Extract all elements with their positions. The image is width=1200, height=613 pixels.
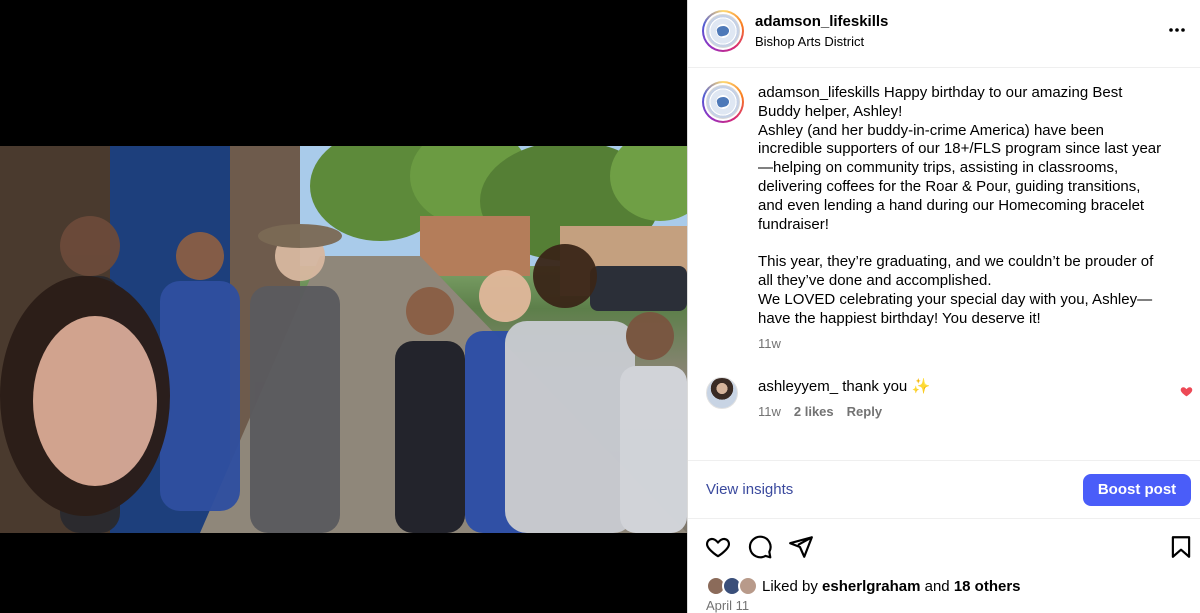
- likes-middle: and: [920, 577, 954, 595]
- comment-icon[interactable]: [747, 534, 773, 560]
- author-username[interactable]: adamson_lifeskills: [755, 13, 888, 30]
- bookmark-icon[interactable]: [1168, 534, 1194, 560]
- heart-outline-icon[interactable]: [705, 534, 731, 560]
- view-insights-link[interactable]: View insights: [706, 481, 793, 498]
- caption-text: adamson_lifeskills Happy birthday to our…: [758, 84, 1168, 328]
- school-logo-icon: [706, 85, 740, 119]
- liker-username[interactable]: esherlgraham: [822, 578, 920, 595]
- likes-others-link[interactable]: 18 others: [954, 578, 1021, 595]
- comment-item: ashleyyem_ thank you ✨ 11w 2 likes Reply: [688, 372, 1200, 432]
- post-header: adamson_lifeskills Bishop Arts District: [688, 0, 1200, 68]
- caption-block: adamson_lifeskills Happy birthday to our…: [688, 68, 1200, 368]
- more-options-button[interactable]: [1167, 20, 1187, 40]
- post-media: [0, 0, 687, 613]
- comment-timestamp[interactable]: 11w: [758, 404, 781, 419]
- comment-text: ashleyyem_ thank you ✨: [758, 377, 930, 395]
- commenter-username[interactable]: ashleyyem_: [758, 378, 838, 395]
- insights-bar: View insights Boost post: [688, 460, 1200, 519]
- comment-meta: 11w 2 likes Reply: [758, 404, 882, 419]
- reply-button[interactable]: Reply: [847, 404, 882, 419]
- comment-likes-count[interactable]: 2 likes: [794, 404, 834, 419]
- post-date[interactable]: April 11: [706, 598, 749, 613]
- more-horizontal-icon: [1169, 28, 1185, 32]
- caption-body: Happy birthday to our amazing Best Buddy…: [758, 84, 1162, 327]
- sparkles-emoji: ✨: [911, 378, 931, 395]
- caption-avatar[interactable]: [702, 81, 744, 123]
- likes-text: Liked by esherlgraham and 18 others: [762, 578, 1021, 595]
- comment-body: thank you: [838, 378, 912, 395]
- group-photo-illustration: [0, 146, 687, 533]
- caption-timestamp[interactable]: 11w: [758, 336, 781, 351]
- liker-avatar: [738, 576, 758, 596]
- share-icon[interactable]: [788, 534, 814, 560]
- post-location[interactable]: Bishop Arts District: [755, 34, 864, 49]
- likes-prefix: Liked by: [762, 577, 823, 595]
- boost-post-button[interactable]: Boost post: [1083, 474, 1191, 506]
- author-avatar[interactable]: [702, 10, 744, 52]
- caption-username[interactable]: adamson_lifeskills: [758, 84, 880, 101]
- commenter-avatar[interactable]: [706, 377, 738, 409]
- post-panel: adamson_lifeskills Bishop Arts District …: [687, 0, 1200, 613]
- liker-avatars[interactable]: [706, 575, 760, 597]
- likes-summary: Liked by esherlgraham and 18 others: [706, 575, 1021, 597]
- action-bar: [688, 530, 1200, 566]
- school-logo-icon: [706, 14, 740, 48]
- post-photo[interactable]: [0, 146, 687, 533]
- heart-filled-icon[interactable]: [1180, 385, 1193, 398]
